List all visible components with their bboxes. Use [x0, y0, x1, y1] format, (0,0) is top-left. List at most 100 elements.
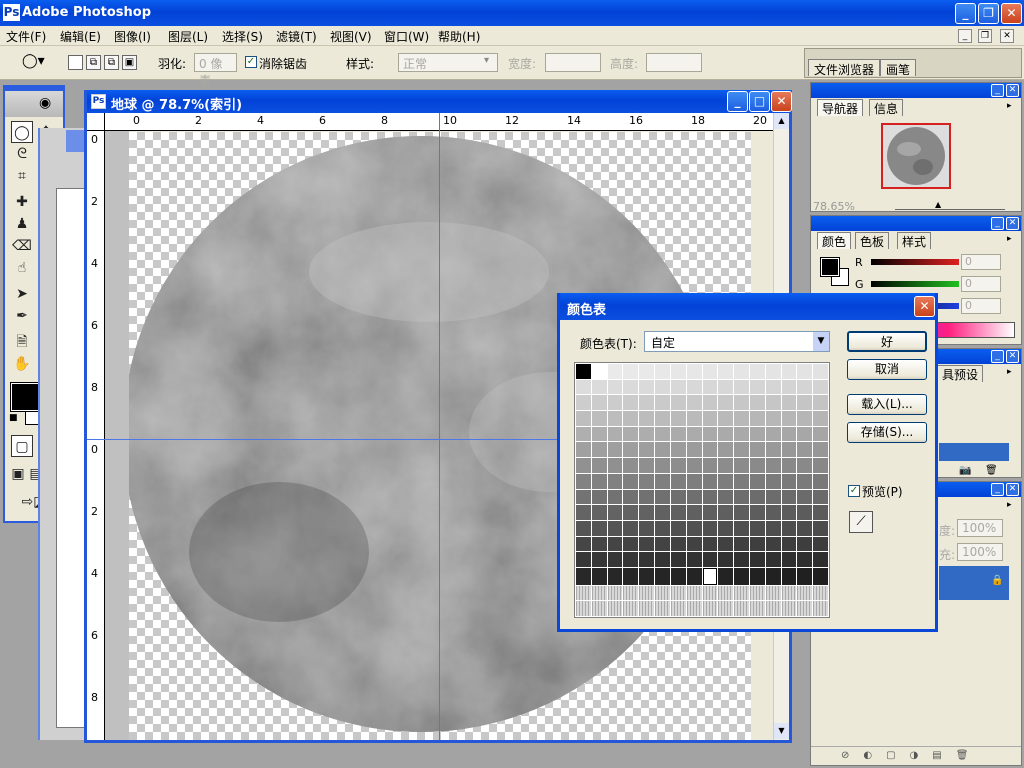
- color-cell[interactable]: [702, 552, 718, 567]
- color-cell[interactable]: [765, 395, 781, 411]
- doc-minimize-icon[interactable]: _: [958, 29, 972, 43]
- color-cell[interactable]: [591, 520, 607, 536]
- color-cell[interactable]: [702, 567, 718, 585]
- color-cell[interactable]: [639, 601, 655, 616]
- color-cell[interactable]: [591, 442, 607, 458]
- style-select[interactable]: 正常: [398, 53, 498, 72]
- scroll-down-icon[interactable]: ▼: [774, 723, 789, 739]
- color-cell[interactable]: [623, 536, 639, 552]
- color-cell[interactable]: [781, 442, 797, 458]
- color-cell[interactable]: [749, 567, 765, 585]
- color-cell[interactable]: [607, 585, 623, 601]
- color-cell[interactable]: [718, 364, 734, 379]
- color-cell[interactable]: [670, 520, 686, 536]
- color-cell[interactable]: [702, 364, 718, 379]
- color-cell[interactable]: [734, 552, 749, 567]
- color-cell[interactable]: [781, 552, 797, 567]
- color-cell[interactable]: [813, 442, 828, 458]
- color-cell[interactable]: [749, 505, 765, 520]
- color-cell[interactable]: [607, 395, 623, 411]
- g-slider[interactable]: [871, 281, 959, 287]
- r-value[interactable]: 0: [961, 254, 1001, 270]
- color-cell[interactable]: [718, 567, 734, 585]
- color-cell[interactable]: [765, 505, 781, 520]
- color-cell[interactable]: [670, 379, 686, 395]
- color-cell[interactable]: [639, 473, 655, 489]
- color-cell[interactable]: [623, 473, 639, 489]
- color-cell[interactable]: [765, 379, 781, 395]
- lasso-tool-icon[interactable]: ᘓ: [11, 143, 33, 165]
- color-cell[interactable]: [655, 489, 670, 505]
- color-cell[interactable]: [607, 505, 623, 520]
- color-cell[interactable]: [749, 552, 765, 567]
- color-cell[interactable]: [749, 520, 765, 536]
- ok-button[interactable]: 好: [847, 331, 927, 352]
- color-cell[interactable]: [813, 585, 828, 601]
- color-cell[interactable]: [734, 520, 749, 536]
- color-cell[interactable]: [576, 536, 591, 552]
- menu-image[interactable]: 图像(I): [114, 28, 151, 45]
- menu-layer[interactable]: 图层(L): [168, 28, 208, 45]
- hand-tool-icon[interactable]: ✋: [11, 353, 33, 375]
- color-cell[interactable]: [591, 505, 607, 520]
- color-cell[interactable]: [813, 395, 828, 411]
- path-selection-tool-icon[interactable]: ➤: [11, 283, 33, 305]
- color-cell[interactable]: [686, 473, 702, 489]
- color-cell[interactable]: [749, 379, 765, 395]
- color-cell[interactable]: [639, 364, 655, 379]
- color-cell[interactable]: [639, 567, 655, 585]
- color-cell[interactable]: [607, 552, 623, 567]
- color-cell[interactable]: [813, 536, 828, 552]
- cancel-button[interactable]: 取消: [847, 359, 927, 380]
- color-cell[interactable]: [607, 458, 623, 473]
- color-cell[interactable]: [702, 379, 718, 395]
- color-cell[interactable]: [670, 489, 686, 505]
- opacity-input[interactable]: 100%: [957, 519, 1003, 537]
- color-cell[interactable]: [797, 567, 813, 585]
- color-cell[interactable]: [670, 601, 686, 616]
- color-cell[interactable]: [639, 426, 655, 442]
- doc-close-icon[interactable]: ✕: [1000, 29, 1014, 43]
- color-cell[interactable]: [781, 473, 797, 489]
- color-cell[interactable]: [765, 364, 781, 379]
- color-cell[interactable]: [576, 505, 591, 520]
- menu-edit[interactable]: 编辑(E): [60, 28, 101, 45]
- color-cell[interactable]: [765, 536, 781, 552]
- color-cell[interactable]: [797, 505, 813, 520]
- feather-input[interactable]: 0 像素: [194, 53, 237, 88]
- color-cell[interactable]: [813, 473, 828, 489]
- width-input[interactable]: [545, 53, 601, 72]
- color-cell[interactable]: [623, 458, 639, 473]
- color-cell[interactable]: [797, 536, 813, 552]
- fill-input[interactable]: 100%: [957, 543, 1003, 561]
- color-cell[interactable]: [623, 395, 639, 411]
- color-cell[interactable]: [576, 426, 591, 442]
- tool-presets-close-icon[interactable]: ✕: [1006, 350, 1019, 363]
- tab-styles[interactable]: 样式: [897, 232, 932, 249]
- color-cell[interactable]: [765, 552, 781, 567]
- color-cell[interactable]: [765, 442, 781, 458]
- color-cell[interactable]: [670, 442, 686, 458]
- color-cell[interactable]: [670, 552, 686, 567]
- color-cell[interactable]: [639, 458, 655, 473]
- color-cell[interactable]: [781, 601, 797, 616]
- color-cell[interactable]: [623, 442, 639, 458]
- color-cell[interactable]: [623, 489, 639, 505]
- tab-swatches[interactable]: 色板: [855, 232, 890, 249]
- color-cell[interactable]: [623, 567, 639, 585]
- color-cell[interactable]: [670, 567, 686, 585]
- color-cell[interactable]: [813, 567, 828, 585]
- color-cell[interactable]: [765, 489, 781, 505]
- color-cell[interactable]: [718, 552, 734, 567]
- color-cell[interactable]: [576, 364, 591, 379]
- color-cell[interactable]: [797, 379, 813, 395]
- color-cell[interactable]: [781, 458, 797, 473]
- stamp-tool-icon[interactable]: ♟: [11, 213, 33, 235]
- color-cell[interactable]: [702, 395, 718, 411]
- color-cell[interactable]: [749, 426, 765, 442]
- color-cell[interactable]: [734, 364, 749, 379]
- color-cell[interactable]: [749, 442, 765, 458]
- color-cell[interactable]: [655, 458, 670, 473]
- color-cell[interactable]: [765, 458, 781, 473]
- color-cell[interactable]: [718, 473, 734, 489]
